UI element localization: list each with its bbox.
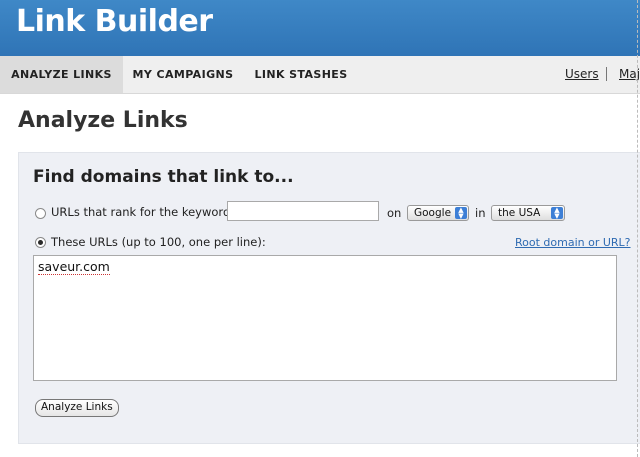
urls-option-radio[interactable] [35, 237, 46, 248]
form-heading: Find domains that link to... [33, 167, 294, 187]
root-domain-help-link[interactable]: Root domain or URL? [515, 236, 631, 249]
select-arrows-icon: ▲ ▼ [551, 207, 563, 220]
keyword-option-radio[interactable] [35, 208, 46, 219]
urls-option-label[interactable]: These URLs (up to 100, one per line): [51, 235, 266, 249]
analyze-form-panel: Find domains that link to... URLs that r… [18, 152, 640, 444]
tab-analyze-links[interactable]: ANALYZE LINKS [0, 56, 123, 93]
in-label: in [475, 206, 486, 220]
main-nav: ANALYZE LINKS MY CAMPAIGNS LINK STASHES … [0, 56, 640, 94]
keyword-input[interactable] [227, 201, 379, 221]
urls-textarea[interactable]: saveur.com [33, 255, 617, 381]
app-header: Link Builder [0, 0, 640, 56]
users-link[interactable]: Users [565, 56, 599, 93]
search-engine-value: Google [414, 207, 452, 219]
search-engine-select[interactable]: Google ▲ ▼ [407, 205, 469, 221]
analyze-links-button[interactable]: Analyze Links [35, 399, 119, 417]
country-value: the USA [498, 207, 541, 219]
keyword-option-label[interactable]: URLs that rank for the keyword [51, 205, 230, 219]
on-label: on [387, 206, 402, 220]
page-edge-divider [637, 0, 639, 457]
page-title: Analyze Links [18, 108, 188, 133]
app-logo[interactable]: Link Builder [16, 4, 213, 39]
select-arrows-icon: ▲ ▼ [455, 207, 467, 220]
tab-my-campaigns[interactable]: MY CAMPAIGNS [123, 56, 243, 93]
country-select[interactable]: the USA ▲ ▼ [491, 205, 565, 221]
urls-textarea-value: saveur.com [38, 259, 110, 275]
nav-divider [606, 67, 607, 81]
tab-link-stashes[interactable]: LINK STASHES [243, 56, 359, 93]
